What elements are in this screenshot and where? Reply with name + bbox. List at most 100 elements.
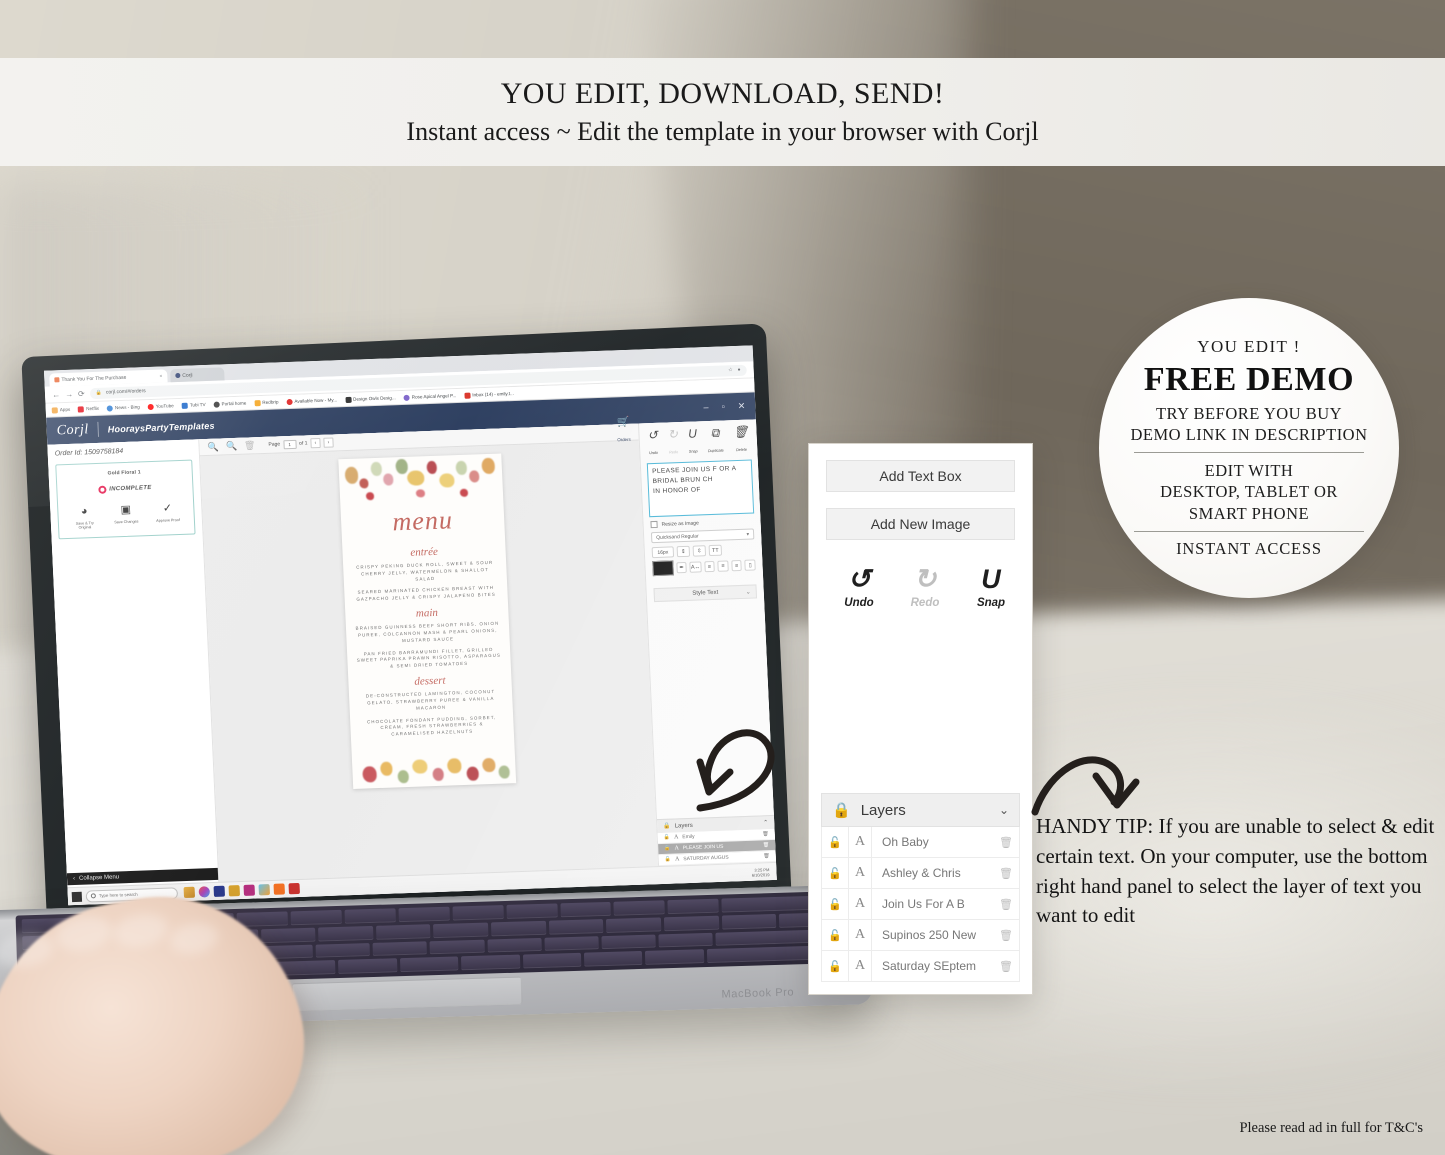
bookmark-item[interactable]: Design Owls Desig... bbox=[344, 395, 396, 403]
redo-button[interactable]: ↻ Redo bbox=[668, 427, 679, 458]
orders-button[interactable]: 🛒 Orders bbox=[616, 417, 631, 446]
save-try-original-button[interactable]: ◕ Save & Try Original bbox=[69, 505, 100, 531]
bookmark-item[interactable]: YouTube bbox=[147, 403, 174, 410]
snap-button[interactable]: U Snap bbox=[969, 566, 1013, 610]
layer-row[interactable]: 🔓 A Ashley & Chris 🗑 bbox=[821, 858, 1020, 889]
resize-as-image-label: Resize as Image bbox=[661, 519, 699, 528]
letter-case-button[interactable]: TT bbox=[708, 544, 723, 557]
bookmark-item[interactable]: Apps bbox=[51, 406, 71, 414]
unlock-icon[interactable]: 🔓 bbox=[664, 846, 671, 852]
bookmark-item[interactable]: Available Now - My... bbox=[286, 397, 337, 405]
bookmark-item[interactable]: Rose Apical Angel P... bbox=[403, 393, 457, 401]
taskbar-icon-firefox[interactable] bbox=[273, 883, 285, 895]
layers-header[interactable]: 🔒 Layers ⌄ bbox=[821, 793, 1020, 827]
close-icon[interactable]: ✕ bbox=[738, 401, 746, 412]
trash-icon[interactable]: 🗑 bbox=[763, 842, 770, 848]
chevron-up-icon[interactable]: ⌃ bbox=[763, 819, 768, 826]
zoom-in-icon[interactable]: 🔍 bbox=[207, 441, 219, 452]
trash-icon[interactable]: 🗑 bbox=[993, 929, 1019, 942]
unlock-icon[interactable]: 🔓 bbox=[822, 829, 848, 856]
bookmark-item[interactable]: Inbox (14) - emily.t... bbox=[464, 390, 514, 399]
align-right-button[interactable]: ≡ bbox=[731, 559, 743, 572]
zoom-out-icon[interactable]: 🔍 bbox=[226, 440, 238, 451]
taskbar-clock[interactable]: 3:25 PM 6/10/2019 bbox=[751, 867, 772, 878]
bookmark-item[interactable]: News - Bing bbox=[106, 404, 140, 412]
next-page-button[interactable]: › bbox=[323, 437, 334, 448]
corjl-logo[interactable]: Corjl bbox=[56, 422, 89, 439]
layer-row[interactable]: 🔓 A Saturday SEptem 🗑 bbox=[821, 951, 1020, 982]
approve-proof-button[interactable]: ✓ Approve Proof bbox=[152, 502, 183, 523]
maximize-icon[interactable]: ▫ bbox=[721, 401, 725, 412]
chevron-down-icon[interactable]: ⌄ bbox=[999, 803, 1009, 817]
add-new-image-button[interactable]: Add New Image bbox=[826, 508, 1015, 540]
menu-design-card[interactable]: menu entrée CRISPY PEKING DUCK ROLL, SWE… bbox=[338, 453, 517, 789]
unlock-icon[interactable]: 🔓 bbox=[664, 835, 671, 841]
add-text-box-button[interactable]: Add Text Box bbox=[826, 460, 1015, 492]
trash-icon[interactable]: 🗑 bbox=[993, 898, 1019, 911]
minimize-icon[interactable]: – bbox=[703, 402, 709, 413]
forward-icon[interactable]: → bbox=[65, 389, 73, 398]
taskbar-icon-explorer[interactable] bbox=[183, 886, 196, 899]
bookmark-item[interactable]: Netflix bbox=[78, 405, 99, 413]
taskbar-icon-chrome[interactable] bbox=[198, 886, 211, 898]
redo-button[interactable]: ↻ Redo bbox=[903, 566, 947, 610]
undo-button[interactable]: ↺ Undo bbox=[837, 566, 881, 610]
taskbar-icon-indesign[interactable] bbox=[243, 884, 256, 896]
align-center-button[interactable]: ≡ bbox=[717, 560, 729, 572]
text-content-input[interactable]: PLEASE JOIN US F OR A BRIDAL BRUN CH IN … bbox=[646, 459, 755, 518]
bookmark-item[interactable]: Tubi TV bbox=[181, 402, 206, 409]
duplicate-button[interactable]: ⧉ Duplicate bbox=[707, 426, 724, 458]
layer-row[interactable]: 🔓 A Supinos 250 New 🗑 bbox=[821, 920, 1020, 951]
close-icon[interactable]: × bbox=[159, 373, 162, 379]
eyedropper-icon[interactable]: ✒ bbox=[676, 561, 688, 574]
line-height-button[interactable]: ⇳ bbox=[692, 545, 707, 557]
taskbar-icon-photos[interactable] bbox=[258, 884, 270, 896]
font-size-stepper[interactable]: ⇕ bbox=[676, 545, 691, 558]
trash-icon[interactable]: 🗑 bbox=[993, 867, 1019, 880]
text-color-swatch[interactable] bbox=[652, 560, 674, 577]
unlock-icon[interactable]: 🔓 bbox=[665, 857, 672, 863]
browser-tab-inactive[interactable]: Corjl bbox=[170, 367, 225, 383]
taskbar-icon-app[interactable] bbox=[228, 885, 241, 897]
star-icon[interactable]: ☆ bbox=[728, 367, 733, 373]
unlock-icon[interactable]: 🔓 bbox=[822, 922, 848, 949]
resize-as-image-checkbox[interactable] bbox=[650, 520, 658, 529]
save-changes-button[interactable]: ▣ Save Changes bbox=[111, 503, 142, 524]
taskbar-icon-outlook[interactable] bbox=[213, 885, 226, 898]
trash-icon[interactable]: 🗑 bbox=[763, 853, 770, 859]
vertical-align-button[interactable]: ▯ bbox=[744, 559, 756, 571]
bookmark-item[interactable]: Portal home bbox=[213, 400, 246, 408]
browser-tab-active[interactable]: Thank You For The Purchase × bbox=[49, 369, 168, 387]
badge-headline: FREE DEMO bbox=[1143, 360, 1355, 398]
back-icon[interactable]: ← bbox=[52, 390, 60, 399]
tool-label: Redo bbox=[669, 450, 679, 455]
reload-icon[interactable]: ⟳ bbox=[78, 389, 85, 398]
order-card[interactable]: Gold Floral 1 INCOMPLETE ◕ Save & Try Or… bbox=[55, 459, 196, 540]
url-input[interactable]: 🔒 corjl.com/#/orders ☆ ● bbox=[89, 364, 747, 399]
start-button-icon[interactable] bbox=[71, 891, 83, 902]
unlock-icon[interactable]: 🔓 bbox=[822, 860, 848, 887]
layer-row[interactable]: 🔓 A Oh Baby 🗑 bbox=[821, 827, 1020, 858]
trash-icon[interactable]: 🗑 bbox=[244, 440, 256, 451]
taskbar-icon-acrobat[interactable] bbox=[288, 882, 300, 895]
unlock-icon[interactable]: 🔓 bbox=[822, 891, 848, 918]
delete-button[interactable]: 🗑 Delete bbox=[733, 425, 750, 457]
badge-lastline: INSTANT ACCESS bbox=[1176, 539, 1322, 559]
layer-row[interactable]: 🔓 A Join Us For A B 🗑 bbox=[821, 889, 1020, 920]
unlock-icon[interactable]: 🔓 bbox=[822, 953, 848, 980]
snap-button[interactable]: U Snap bbox=[688, 426, 698, 457]
prev-page-button[interactable]: ‹ bbox=[310, 437, 321, 449]
trash-icon[interactable]: 🗑 bbox=[993, 836, 1019, 849]
undo-button[interactable]: ↺ Undo bbox=[647, 428, 658, 459]
letter-spacing-button[interactable]: A↔ bbox=[689, 561, 702, 573]
style-text-accordion[interactable]: Style Text ⌄ bbox=[653, 584, 758, 603]
profile-icon[interactable]: ● bbox=[737, 367, 740, 373]
bookmark-icon bbox=[254, 399, 261, 406]
font-size-input[interactable]: 16px bbox=[651, 546, 675, 559]
page-input[interactable]: 1 bbox=[282, 439, 297, 449]
bookmark-item[interactable]: Redbrip bbox=[254, 399, 279, 406]
trash-icon[interactable]: 🗑 bbox=[762, 831, 769, 837]
canvas-area[interactable]: menu entrée CRISPY PEKING DUCK ROLL, SWE… bbox=[200, 441, 659, 900]
trash-icon[interactable]: 🗑 bbox=[993, 960, 1019, 973]
align-left-button[interactable]: ≡ bbox=[703, 560, 715, 573]
